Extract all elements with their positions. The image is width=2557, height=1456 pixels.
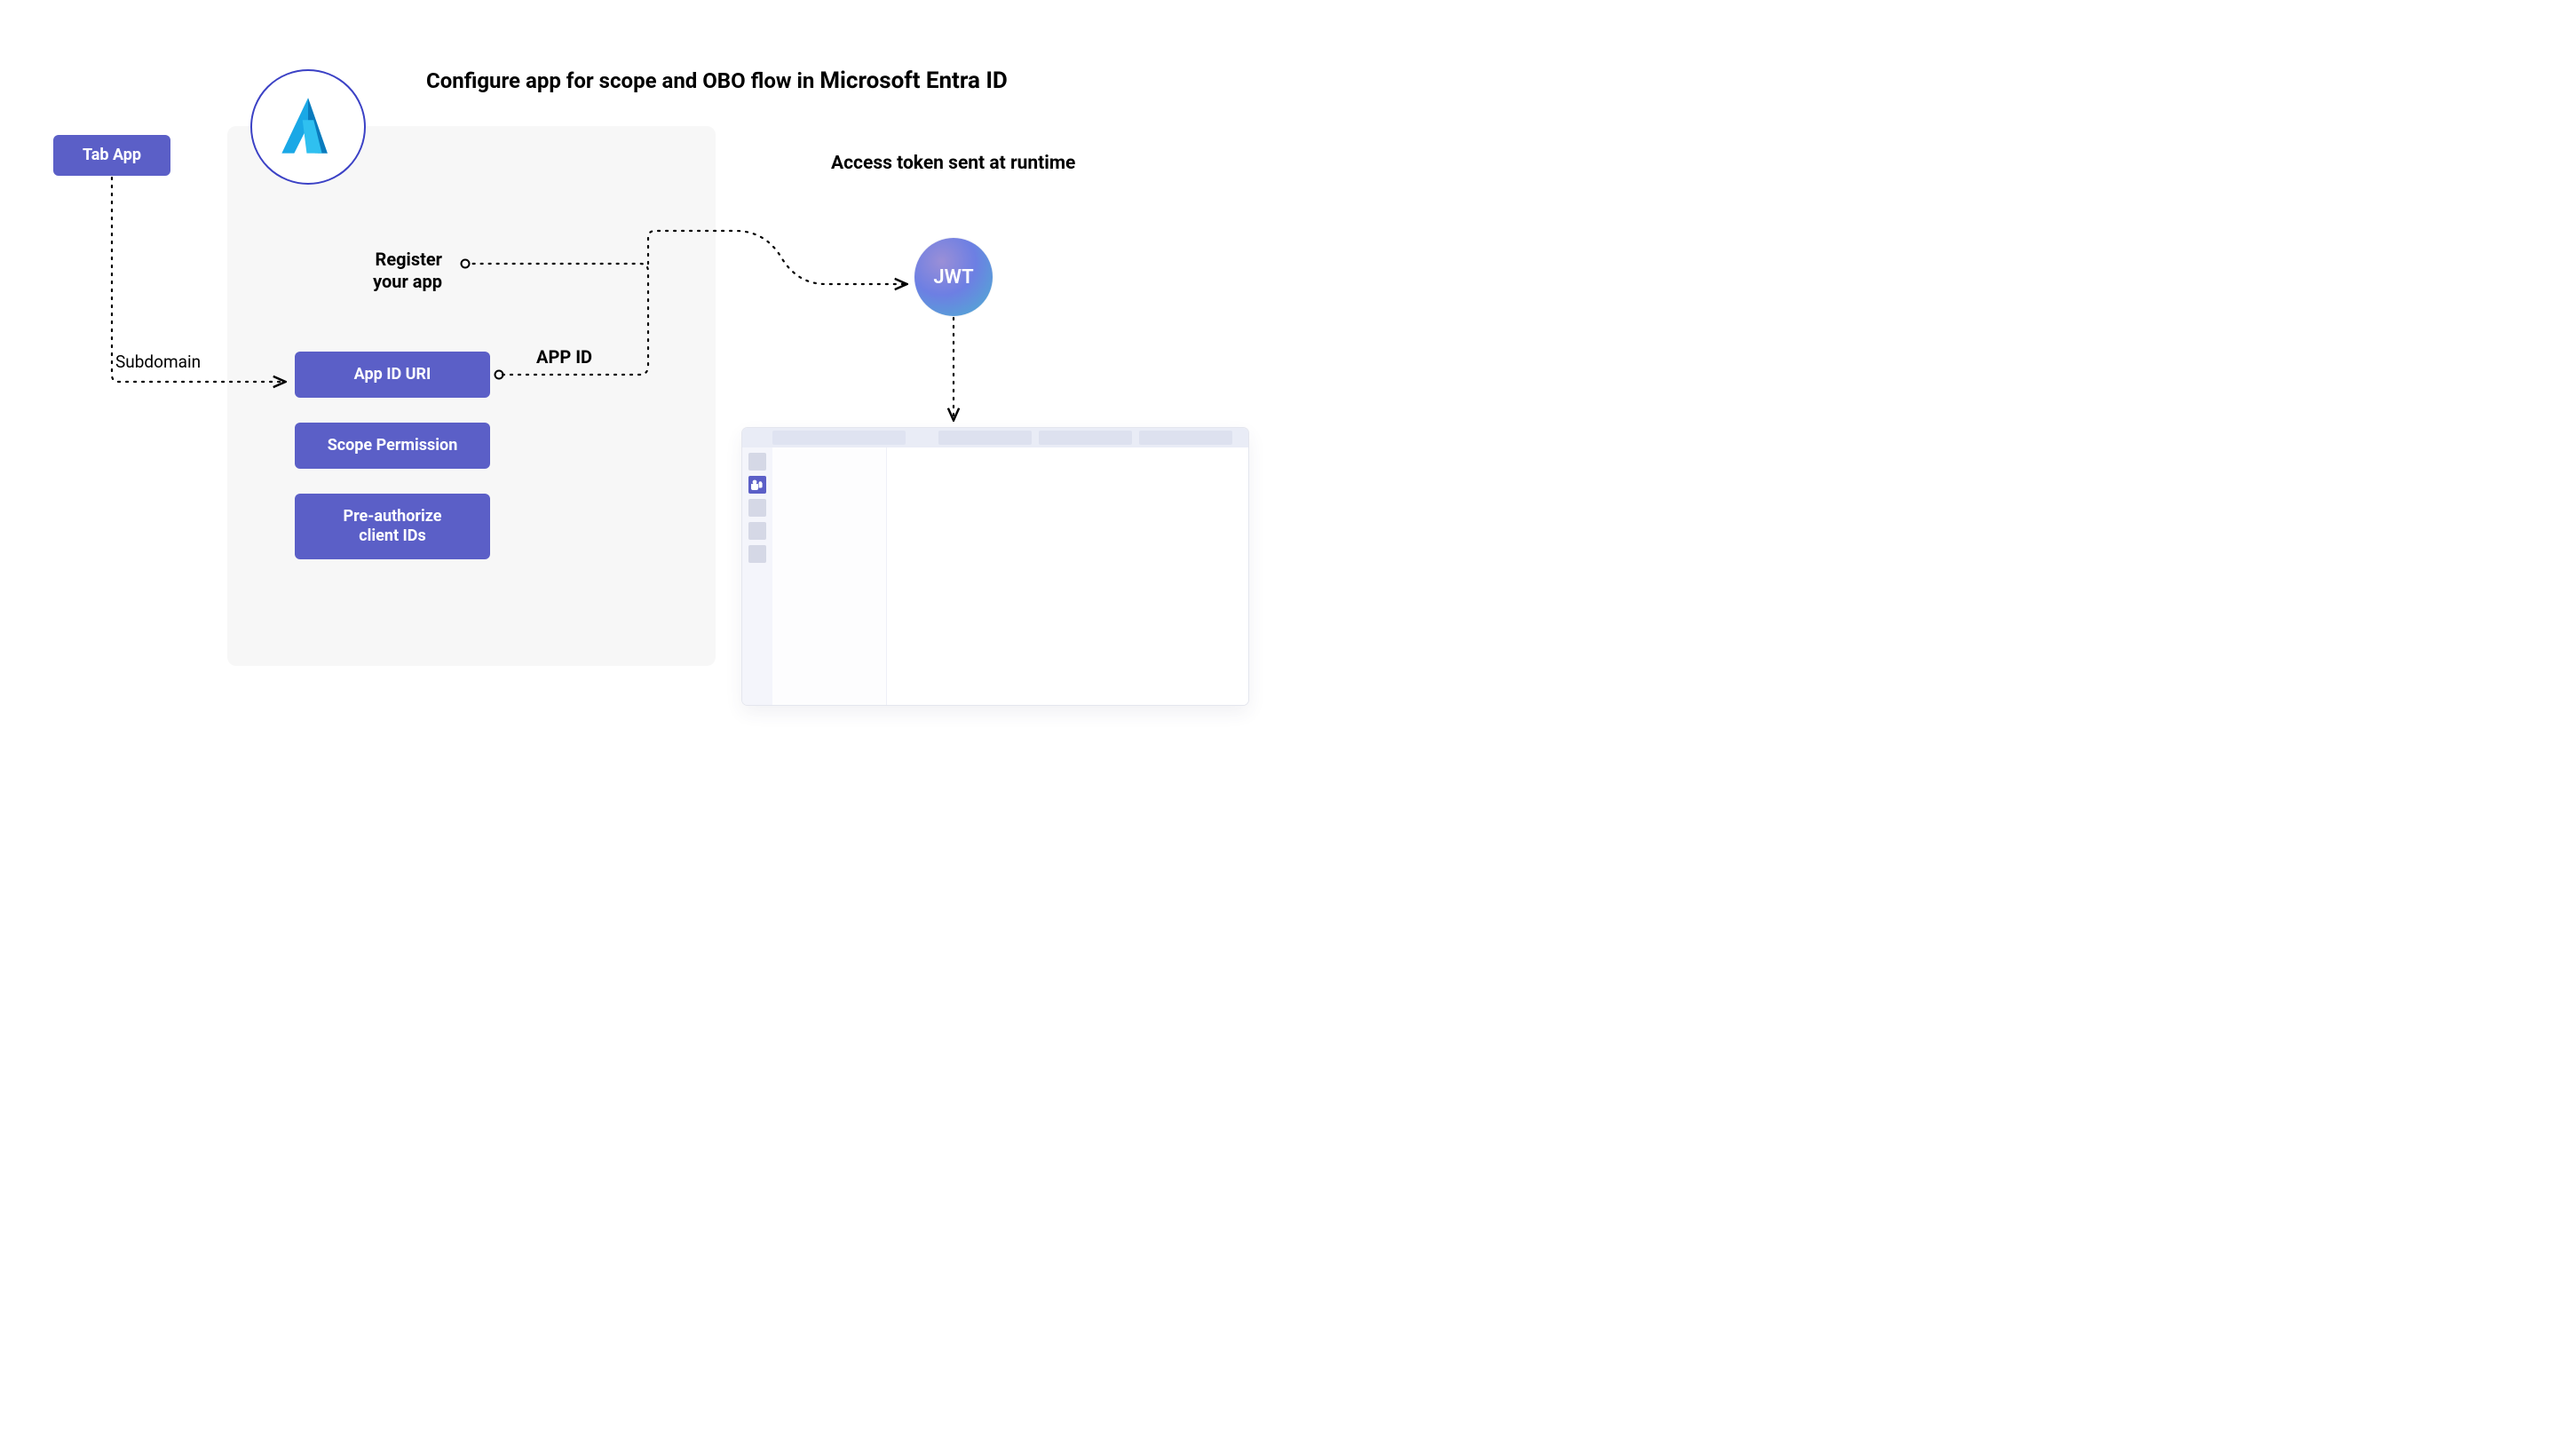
register-app-label: Register your app [344,249,442,293]
preauth-line2: client IDs [359,526,426,545]
teams-tab-1 [938,431,1032,445]
title-strong: Microsoft Entra ID [819,67,1008,94]
preauth-line1: Pre-authorize [344,507,442,526]
rail-item-active [748,476,766,494]
tab-app-node: Tab App [53,135,170,176]
rail-item-4 [748,522,766,540]
preauth-node: Pre-authorize client IDs [295,494,490,559]
jwt-node: JWT [914,238,993,316]
jwt-label: JWT [933,266,973,289]
teams-topbar [742,428,1248,447]
azure-icon [273,92,343,162]
register-line1: Register [376,249,443,270]
preauth-text: Pre-authorize client IDs [344,507,442,547]
runtime-title: Access token sent at runtime [831,153,1075,174]
teams-client-mockup [742,428,1248,705]
teams-content-area [887,447,1248,705]
rail-item-1 [748,453,766,471]
teams-tab-3 [1139,431,1232,445]
register-line2: your app [373,271,442,292]
azure-logo-circle [250,69,366,185]
teams-search-placeholder [772,431,906,445]
scope-permission-label: Scope Permission [328,436,458,456]
diagram-title: Configure app for scope and OBO flow in … [426,67,1008,94]
app-id-uri-node: App ID URI [295,352,490,398]
scope-permission-node: Scope Permission [295,423,490,469]
title-pre: Configure app for scope and OBO flow in [426,68,819,93]
app-id-uri-label: App ID URI [354,365,431,385]
rail-item-3 [748,499,766,517]
subdomain-label: Subdomain [115,352,201,372]
teams-tab-2 [1039,431,1132,445]
teams-apprail [742,447,772,705]
tab-app-label: Tab App [83,146,141,166]
rail-item-5 [748,545,766,563]
app-id-label: APP ID [536,346,592,368]
teams-list-column [772,447,887,705]
diagram-stage: Configure app for scope and OBO flow in … [0,0,1278,728]
